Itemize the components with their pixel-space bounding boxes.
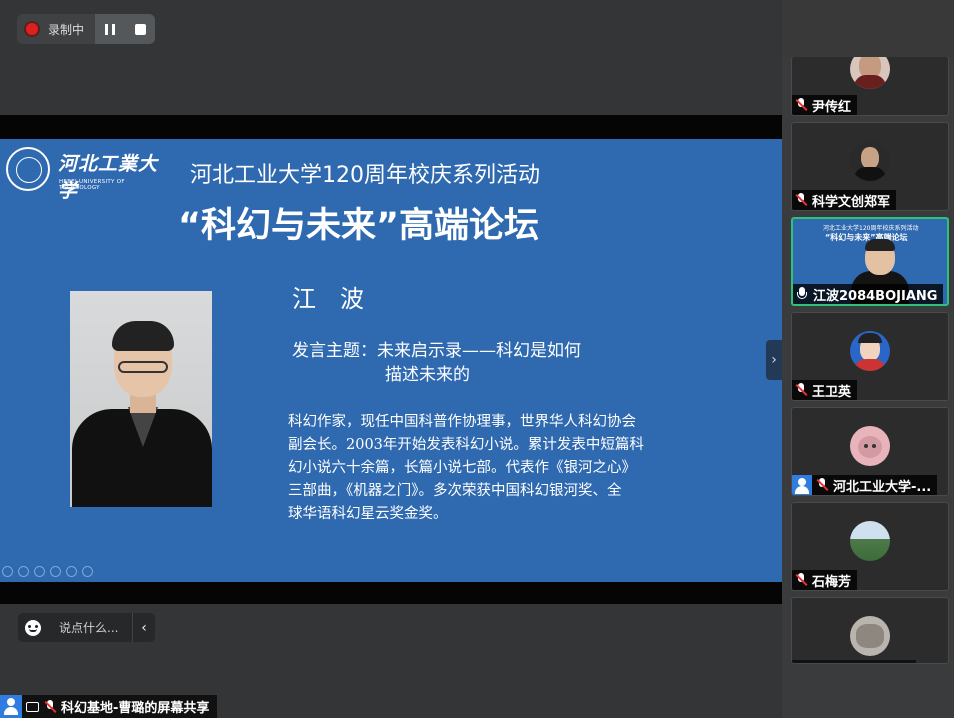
avatar bbox=[850, 57, 890, 89]
letterbox-bottom bbox=[0, 582, 782, 604]
collapse-sidebar-button[interactable]: › bbox=[766, 340, 782, 380]
talk-topic-line1: 发言主题：未来启示录——科幻是如何 bbox=[292, 341, 581, 361]
participant-tile[interactable]: 科学文创郑军 bbox=[791, 122, 949, 211]
screen-share-name: 科幻基地-曹璐的屏幕共享 bbox=[61, 701, 210, 716]
talk-topic-line2: 描述未来的 bbox=[385, 365, 470, 385]
chat-input-bar[interactable]: 说点什么... ‹ bbox=[18, 613, 155, 642]
prev-slide-icon[interactable] bbox=[2, 566, 13, 577]
mic-muted-icon bbox=[795, 98, 807, 112]
screen-share-icon bbox=[26, 701, 39, 712]
pause-icon bbox=[105, 23, 115, 35]
mic-muted-icon bbox=[795, 193, 807, 207]
stop-icon bbox=[134, 23, 146, 35]
participant-tile-active[interactable]: 河北工业大学120周年校庆系列活动 “科幻与未来”高端论坛 江波2084BOJI… bbox=[791, 217, 949, 306]
participant-tile[interactable]: 王卫英 bbox=[791, 312, 949, 401]
logo-text: 河北工業大学 bbox=[58, 153, 159, 202]
user-icon bbox=[792, 475, 812, 495]
bio-line: 幻小说六十余篇，长篇小说七部。代表作《银河之心》 bbox=[288, 460, 636, 476]
chevron-left-icon[interactable]: ‹ bbox=[132, 613, 155, 642]
bio-line: 科幻作家，现任中国科普作协理事，世界华人科幻协会 bbox=[288, 414, 636, 430]
participant-name-label: 江波2084BOJIANG bbox=[793, 284, 944, 304]
slide-title-line2: “科幻与未来”高端论坛 bbox=[178, 206, 540, 246]
mic-muted-icon bbox=[816, 478, 828, 492]
avatar bbox=[850, 141, 890, 181]
mic-icon bbox=[796, 287, 808, 301]
recording-controls bbox=[95, 14, 155, 44]
shared-slide: 河北工業大学 HEBEI UNIVERSITY OF TECHNOLOGY 河北… bbox=[0, 139, 782, 582]
speaker-name: 江 波 bbox=[292, 285, 364, 313]
participant-name-label: 石梅芳 bbox=[792, 570, 858, 590]
speaker-bio: 科幻作家，现任中国科普作协理事，世界华人科幻协会 副会长。2003年开始发表科幻… bbox=[288, 411, 728, 526]
avatar bbox=[850, 616, 890, 656]
user-icon bbox=[0, 695, 22, 718]
participant-tile[interactable] bbox=[791, 597, 949, 664]
next-slide-icon[interactable] bbox=[18, 566, 29, 577]
bio-line: 球华语科幻星云奖金奖。 bbox=[288, 506, 448, 522]
recording-dot-icon bbox=[26, 23, 38, 35]
chat-input[interactable]: 说点什么... bbox=[59, 619, 118, 636]
mic-muted-icon bbox=[795, 573, 807, 587]
more-icon[interactable] bbox=[82, 566, 93, 577]
speaker-photo bbox=[70, 291, 212, 507]
university-seal-icon bbox=[6, 147, 50, 191]
logo-english: HEBEI UNIVERSITY OF TECHNOLOGY bbox=[59, 179, 125, 191]
slides-grid-icon[interactable] bbox=[50, 566, 61, 577]
pause-recording-button[interactable] bbox=[95, 14, 125, 44]
chevron-right-icon: › bbox=[771, 352, 777, 368]
university-logo: 河北工業大学 HEBEI UNIVERSITY OF TECHNOLOGY bbox=[6, 147, 166, 202]
recording-label: 录制中 bbox=[48, 22, 85, 37]
participant-tile[interactable]: 石梅芳 bbox=[791, 502, 949, 591]
emoji-icon[interactable] bbox=[25, 619, 41, 636]
participant-tile[interactable]: 河北工业大学-... bbox=[791, 407, 949, 496]
mic-muted-icon bbox=[44, 699, 56, 714]
main-stage: 录制中 河北工業大学 HEBEI UNIVERSITY OF TECHNOLOG… bbox=[0, 0, 782, 718]
screen-share-label: 科幻基地-曹璐的屏幕共享 bbox=[0, 695, 218, 718]
participant-name-label: 河北工业大学-... bbox=[792, 475, 938, 495]
mic-muted-icon bbox=[795, 383, 807, 397]
avatar bbox=[850, 331, 890, 371]
stop-recording-button[interactable] bbox=[125, 14, 155, 44]
slide-title-line1: 河北工业大学120周年校庆系列活动 bbox=[190, 163, 540, 188]
pen-icon[interactable] bbox=[34, 566, 45, 577]
participant-name-label: 科学文创郑军 bbox=[792, 190, 897, 210]
participant-name-label: 王卫英 bbox=[792, 380, 858, 400]
bio-line: 副会长。2003年开始发表科幻小说。累计发表中短篇科 bbox=[288, 437, 644, 453]
avatar bbox=[850, 426, 890, 466]
participant-name-label: 尹传红 bbox=[792, 95, 858, 115]
bio-line: 三部曲，《机器之门》。多次荣获中国科幻银河奖、全 bbox=[288, 483, 622, 499]
participant-tile[interactable]: 尹传红 bbox=[791, 57, 949, 116]
avatar bbox=[850, 521, 890, 561]
zoom-icon[interactable] bbox=[66, 566, 77, 577]
recording-bar: 录制中 bbox=[17, 14, 155, 44]
letterbox-top bbox=[0, 115, 782, 139]
presentation-toolbar bbox=[2, 566, 93, 577]
